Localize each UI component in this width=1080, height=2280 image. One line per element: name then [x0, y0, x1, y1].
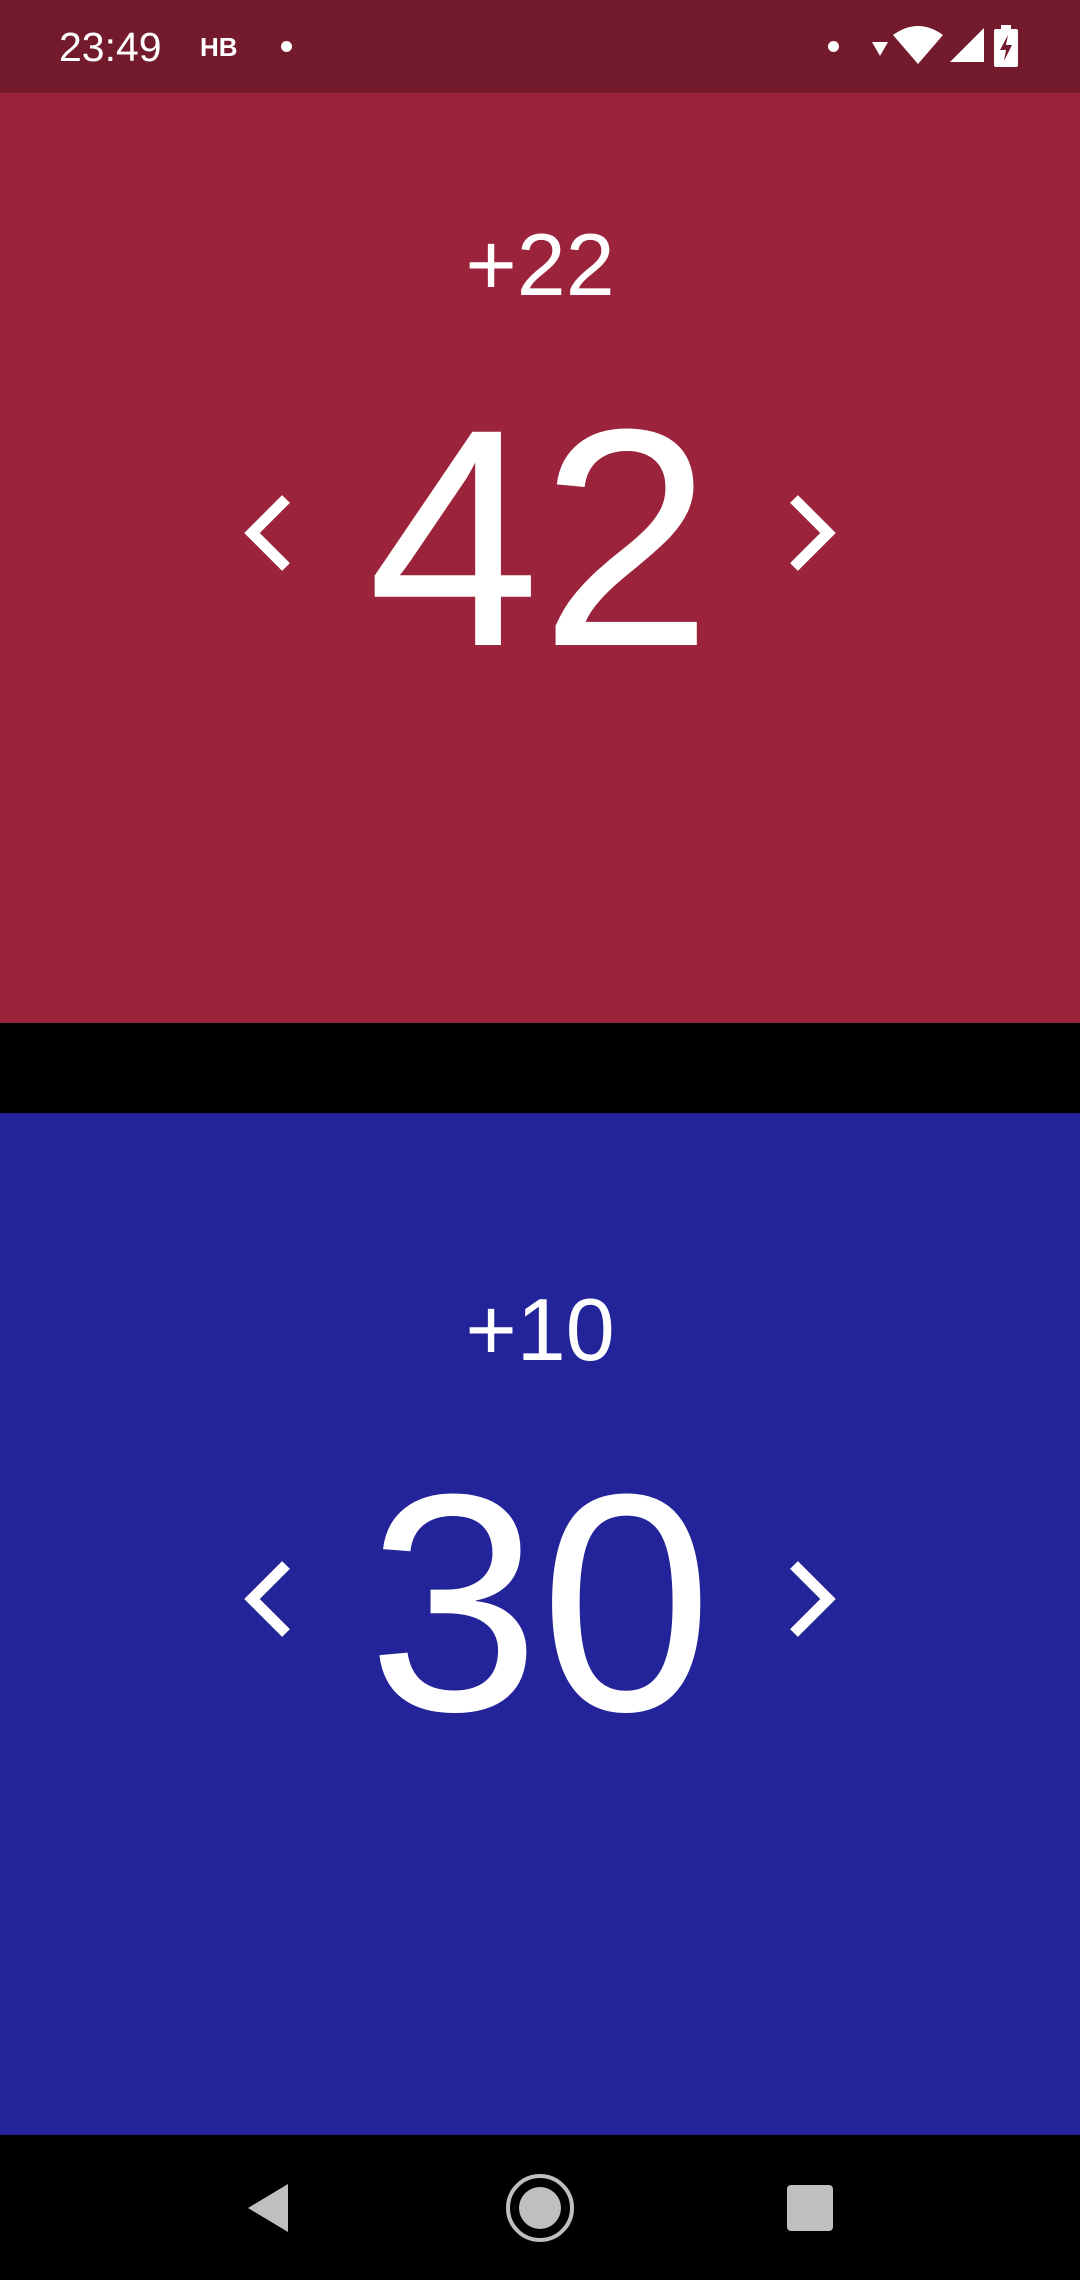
panel-divider: [0, 1023, 1080, 1113]
notification-dot-icon: [828, 41, 839, 52]
player-top-panel[interactable]: +22 42: [0, 93, 1080, 1023]
score-delta: +22: [465, 215, 615, 314]
increment-button[interactable]: [762, 1539, 862, 1659]
chevron-left-icon: [244, 495, 290, 571]
decrement-button[interactable]: [218, 1539, 318, 1659]
cell-signal-icon: [950, 28, 984, 62]
status-time: 23:49: [59, 24, 162, 70]
recents-icon: [787, 2184, 833, 2231]
status-bar: 23:49 НВ: [0, 0, 1080, 93]
back-icon: [248, 2183, 288, 2232]
chevron-right-icon: [790, 1561, 836, 1637]
chevron-right-icon: [790, 495, 836, 571]
home-icon: [506, 2173, 574, 2242]
wifi-icon: [893, 26, 943, 64]
score-value: 42: [367, 364, 713, 711]
notification-dot-icon: [281, 41, 292, 52]
home-button[interactable]: [470, 2135, 610, 2280]
navigation-bar: [0, 2135, 1080, 2280]
score-value: 30: [367, 1429, 713, 1776]
status-carrier: НВ: [200, 32, 238, 62]
score-delta: +10: [465, 1280, 615, 1379]
back-button[interactable]: [198, 2135, 338, 2280]
recents-button[interactable]: [740, 2135, 880, 2280]
player-bottom-panel[interactable]: +10 30: [0, 1113, 1080, 2135]
increment-button[interactable]: [762, 473, 862, 593]
data-arrow-icon: [872, 42, 888, 56]
chevron-left-icon: [244, 1561, 290, 1637]
decrement-button[interactable]: [218, 473, 318, 593]
battery-charging-icon: [994, 25, 1018, 67]
